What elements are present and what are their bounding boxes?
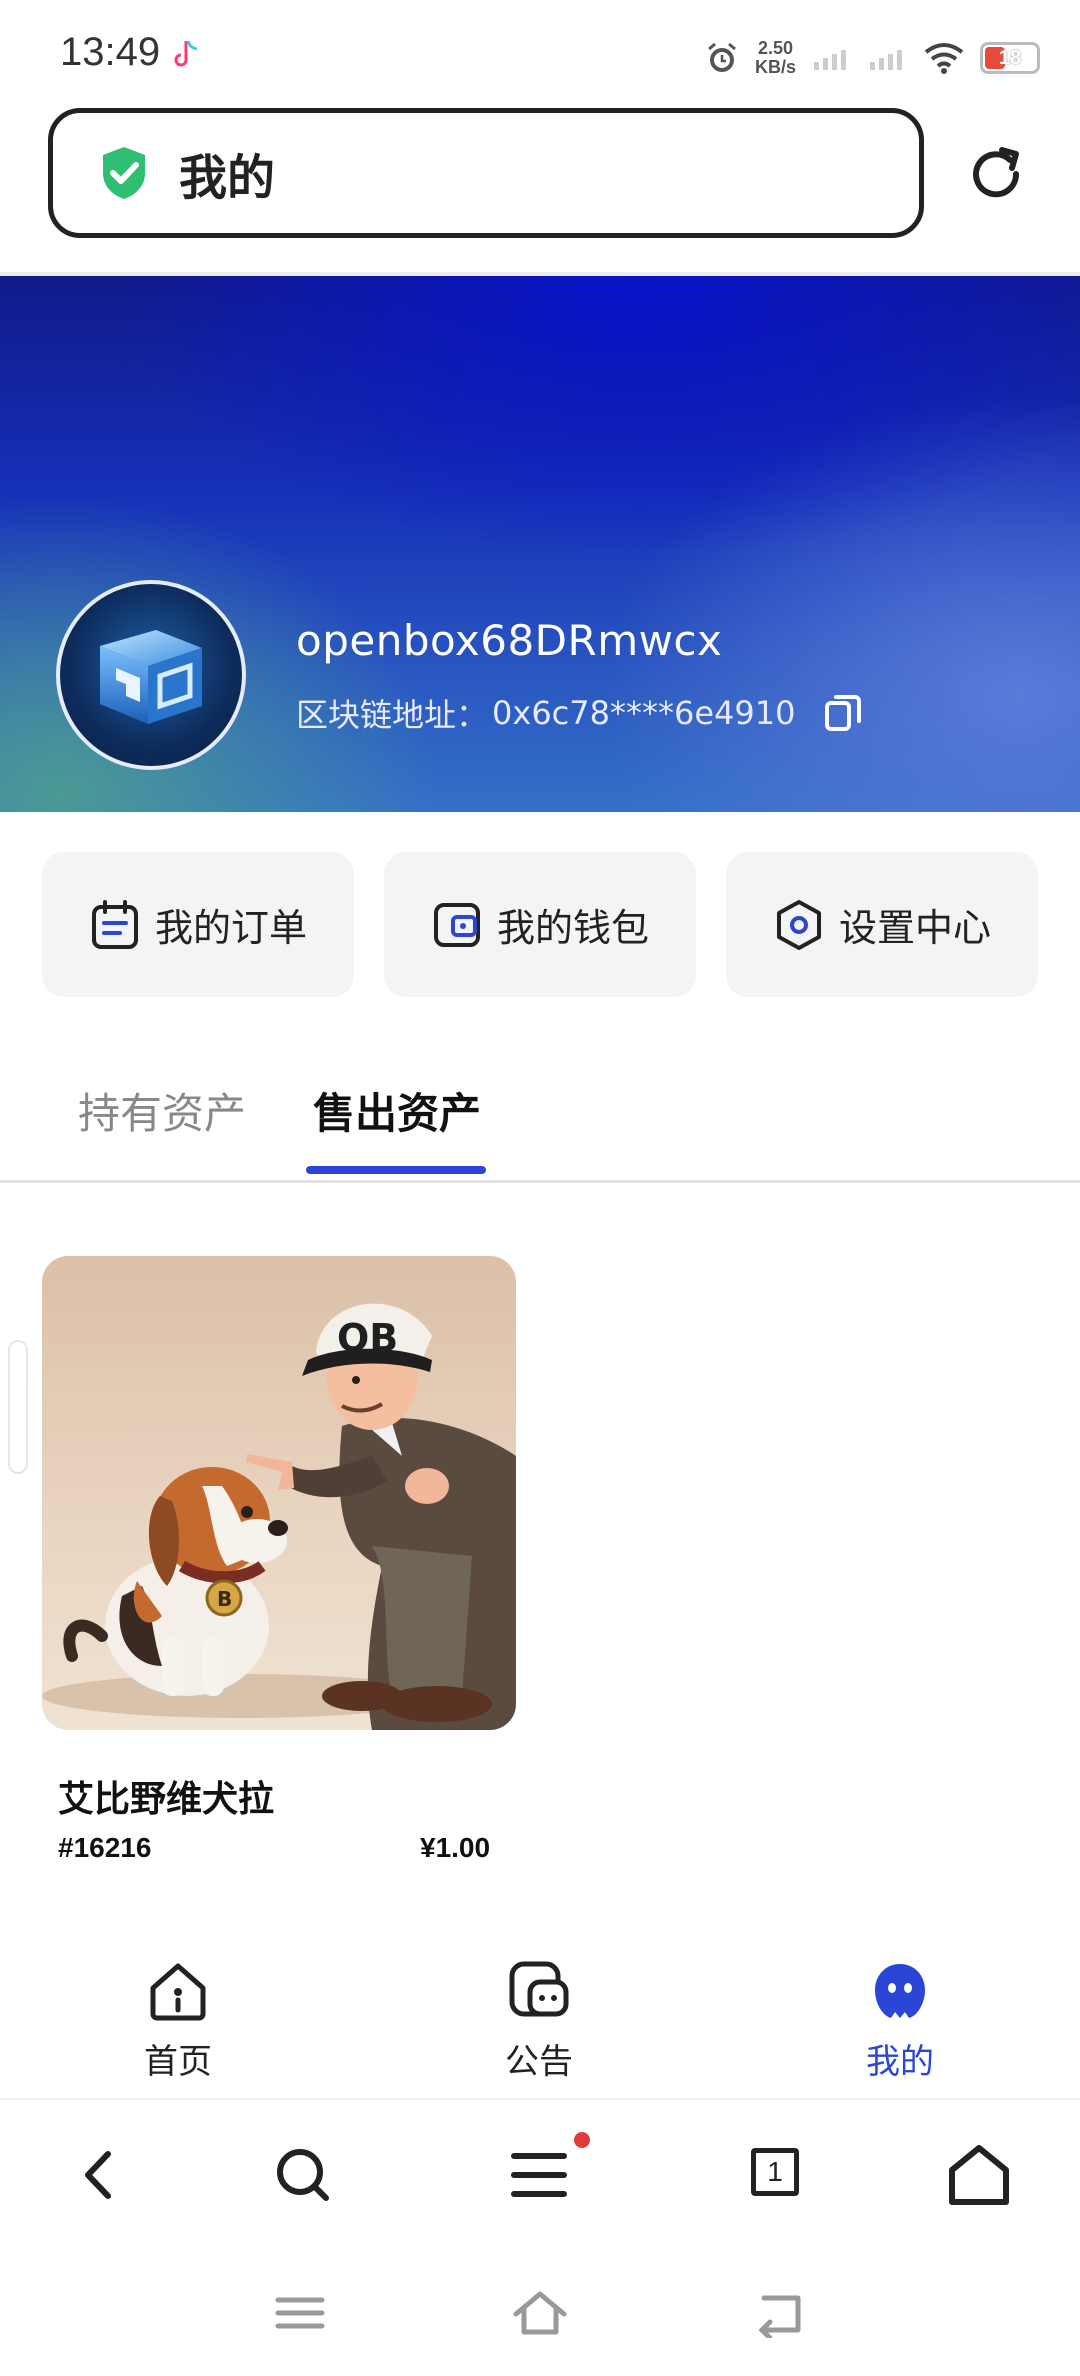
scroll-handle[interactable] (8, 1340, 28, 1474)
my-wallet-label: 我的钱包 (496, 906, 649, 950)
tab-sold-assets[interactable]: 售出资产 (313, 1080, 481, 1141)
status-icons: 2.50 KB/s 18 (705, 30, 1040, 86)
profile-icon (875, 1964, 925, 2018)
blockchain-address: 区块链地址： 0x6c78****6e4910 (296, 690, 863, 736)
copy-icon[interactable] (823, 693, 863, 733)
calendar-icon (91, 899, 138, 949)
home-icon[interactable] (944, 2140, 1014, 2210)
nav-announcements-label: 公告 (505, 2042, 573, 2082)
my-wallet-button[interactable]: 我的钱包 (384, 852, 696, 997)
avatar[interactable] (56, 580, 246, 770)
divider (0, 1180, 1080, 1183)
home-icon (150, 1963, 206, 2021)
tabs-button[interactable]: 1 (751, 2148, 799, 2196)
blockchain-address-label: 区块链地址： (296, 696, 489, 734)
blockchain-address-value: 0x6c78****6e4910 (492, 694, 796, 732)
alarm-icon (708, 42, 736, 72)
system-home-icon[interactable] (512, 2288, 568, 2338)
announcement-icon (509, 1961, 569, 2017)
system-back-icon[interactable] (752, 2288, 808, 2338)
signal-icon (814, 50, 846, 70)
nav-announcements[interactable]: 公告 (439, 1960, 639, 2090)
wallet-icon (433, 902, 480, 947)
nav-home-label: 首页 (144, 2042, 212, 2082)
cube-logo-icon (100, 630, 202, 724)
cap-text: OB (337, 1316, 398, 1360)
back-icon[interactable] (64, 2140, 134, 2210)
settings-center-label: 设置中心 (838, 906, 991, 950)
nav-profile[interactable]: 我的 (800, 1960, 1000, 2090)
tab-holding-assets[interactable]: 持有资产 (78, 1080, 246, 1141)
asset-name: 艾比野维犬拉 (58, 1779, 275, 1820)
wifi-icon (924, 43, 964, 74)
asset-price: ¥1.00 (420, 1832, 491, 1863)
page-title: 我的 (179, 150, 276, 206)
shield-check-icon (103, 147, 145, 199)
notification-dot (574, 2132, 590, 2148)
my-orders-label: 我的订单 (154, 906, 307, 950)
tag-text: B (217, 1587, 232, 1611)
asset-image[interactable]: OB B (42, 1256, 516, 1730)
asset-id: #16216 (58, 1832, 152, 1863)
settings-center-button[interactable]: 设置中心 (726, 852, 1038, 997)
network-speed-unit: KB/s (754, 57, 796, 77)
my-orders-button[interactable]: 我的订单 (42, 852, 354, 997)
nav-home[interactable]: 首页 (78, 1960, 278, 2090)
search-icon[interactable] (268, 2140, 338, 2210)
status-bar: 13:49 2.50 KB/s 18 (0, 0, 1080, 110)
signal-icon-2 (870, 50, 902, 70)
nav-profile-label: 我的 (866, 2042, 934, 2082)
network-speed-value: 2.50 (757, 38, 794, 58)
status-time: 13:49 (60, 30, 161, 74)
recent-apps-icon[interactable] (272, 2288, 328, 2338)
battery-indicator: 18 (980, 42, 1040, 74)
tiktok-icon (174, 40, 198, 67)
battery-level: 18 (998, 46, 1022, 69)
username: openbox68DRmwcx (296, 616, 723, 665)
asset-illustration: OB B (42, 1303, 516, 1730)
refresh-icon[interactable] (966, 144, 1026, 204)
settings-icon (776, 899, 821, 950)
network-speed: 2.50 KB/s (755, 39, 796, 77)
menu-icon[interactable] (504, 2140, 574, 2210)
address-bar[interactable]: 我的 (48, 108, 924, 238)
divider (0, 2098, 1080, 2100)
active-tab-indicator (306, 1166, 486, 1174)
